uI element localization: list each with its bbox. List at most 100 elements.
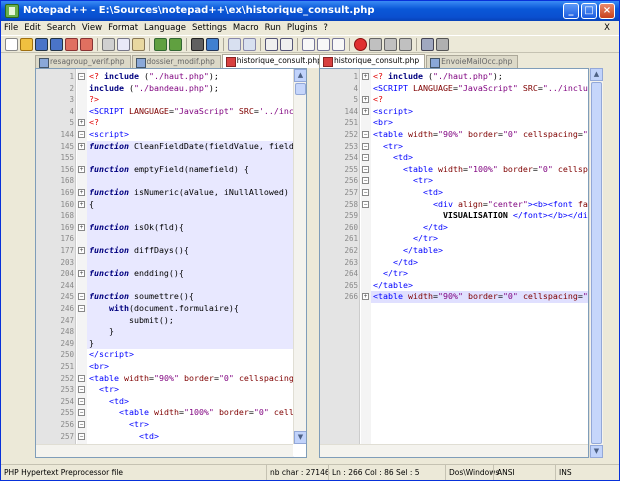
paste-icon[interactable]: [132, 37, 145, 51]
undo-icon[interactable]: [154, 37, 167, 51]
print-icon[interactable]: [436, 37, 449, 51]
fold-expand-icon[interactable]: +: [78, 119, 85, 127]
fold-collapse-icon[interactable]: −: [78, 397, 85, 405]
code-line[interactable]: 246− with(document.formulaire){: [36, 303, 294, 315]
right-scroll-thumb[interactable]: [591, 82, 602, 444]
code-line[interactable]: 168: [36, 210, 294, 222]
menu-help[interactable]: ?: [320, 21, 331, 35]
code-line[interactable]: 156 + function emptyField(namefield) {: [36, 163, 294, 176]
code-line[interactable]: 160 + {: [36, 198, 294, 211]
fold-expand-icon[interactable]: +: [78, 200, 85, 208]
zoom-in-icon[interactable]: [228, 37, 241, 51]
code-line[interactable]: 258− <div align="center"><b><font fa: [320, 199, 588, 211]
sync-scroll-v-icon[interactable]: [265, 37, 278, 51]
code-line[interactable]: 3 ?>: [36, 94, 294, 106]
fold-collapse-icon[interactable]: −: [78, 374, 85, 382]
tab-resagroup-verif[interactable]: resagroup_verif.php: [35, 55, 131, 68]
maximize-button[interactable]: □: [581, 3, 597, 19]
code-line[interactable]: 261 </tr>: [320, 233, 588, 245]
code-line[interactable]: 1− <? include ("./haut.php");: [36, 71, 294, 83]
code-line[interactable]: 2 include ("./bandeau.php");: [36, 83, 294, 95]
code-line[interactable]: 252− <table width="90%" border="0" cellsp…: [36, 373, 294, 385]
fold-collapse-icon[interactable]: −: [78, 305, 85, 312]
left-vertical-scrollbar[interactable]: ▲ ▼: [293, 69, 306, 444]
new-file-icon[interactable]: [5, 37, 18, 51]
save-macro-icon[interactable]: [421, 37, 434, 51]
menu-settings[interactable]: Settings: [189, 21, 230, 35]
code-line[interactable]: 262 </table>: [320, 245, 588, 257]
code-line[interactable]: 255− <table width="100%" border="0" cell…: [320, 164, 588, 176]
fold-collapse-icon[interactable]: −: [362, 177, 369, 185]
scroll-up-arrow-icon[interactable]: ▲: [590, 68, 603, 81]
redo-icon[interactable]: [169, 37, 182, 51]
code-line[interactable]: 244: [36, 279, 294, 292]
code-line[interactable]: 204 + function endding(){: [36, 268, 294, 280]
code-line[interactable]: 5 + <?: [36, 117, 294, 129]
code-line[interactable]: 4 <SCRIPT LANGUAGE="JavaScript" SRC="../i…: [320, 83, 588, 95]
code-line[interactable]: 247 submit();: [36, 314, 294, 327]
run-macro-multiple-icon[interactable]: [399, 37, 412, 51]
tab-historique-consult-left[interactable]: historique_consult.php: [221, 54, 328, 68]
code-line[interactable]: 259 VISUALISATION </font></b></di: [320, 210, 588, 222]
code-line[interactable]: 4 <SCRIPT LANGUAGE="JavaScript" SRC='../i…: [36, 106, 294, 118]
close-file-icon[interactable]: [65, 37, 78, 51]
word-wrap-icon[interactable]: [302, 37, 315, 51]
save-all-icon[interactable]: [50, 37, 63, 51]
right-horizontal-scrollbar[interactable]: [320, 444, 588, 457]
code-line[interactable]: 245− function soumettre(){: [36, 291, 294, 303]
code-line[interactable]: 253− <tr>: [36, 384, 294, 396]
code-line[interactable]: 260 </td>: [320, 222, 588, 234]
code-line[interactable]: 254− <td>: [36, 396, 294, 408]
fold-collapse-icon[interactable]: −: [78, 421, 85, 428]
code-line[interactable]: 168: [36, 175, 294, 187]
code-line[interactable]: 248 }: [36, 326, 294, 338]
menu-format[interactable]: Format: [105, 21, 141, 35]
left-horizontal-scrollbar[interactable]: [36, 444, 293, 457]
tab-historique-consult-right[interactable]: historique_consult.php: [319, 54, 426, 68]
replace-icon[interactable]: [206, 37, 219, 51]
menu-macro[interactable]: Macro: [230, 21, 262, 35]
close-all-icon[interactable]: [80, 37, 93, 51]
menu-language[interactable]: Language: [141, 21, 189, 35]
code-line[interactable]: 177 + function diffDays(){: [36, 245, 294, 257]
scroll-down-arrow-icon[interactable]: ▼: [294, 431, 306, 444]
fold-expand-icon[interactable]: +: [78, 189, 85, 196]
left-editor-pane[interactable]: 1− <? include ("./haut.php"); 2 include (".…: [35, 68, 307, 458]
scroll-down-arrow-icon[interactable]: ▼: [590, 445, 603, 458]
menu-run[interactable]: Run: [262, 21, 284, 35]
code-line[interactable]: 257− <td>: [320, 187, 588, 199]
fold-expand-icon[interactable]: +: [362, 96, 369, 104]
code-line[interactable]: 250 </script>: [36, 349, 294, 361]
code-line[interactable]: 254− <td>: [320, 152, 588, 164]
scroll-up-arrow-icon[interactable]: ▲: [294, 69, 306, 82]
open-file-icon[interactable]: [20, 37, 33, 51]
fold-collapse-icon[interactable]: −: [78, 73, 85, 80]
indent-guide-icon[interactable]: [332, 37, 345, 51]
zoom-out-icon[interactable]: [243, 37, 256, 51]
code-line[interactable]: 5 + <?: [320, 94, 588, 106]
menu-view[interactable]: View: [79, 21, 105, 35]
record-macro-icon[interactable]: [354, 37, 367, 51]
close-button[interactable]: ×: [599, 3, 615, 19]
close-document-button[interactable]: X: [601, 21, 613, 35]
copy-icon[interactable]: [117, 37, 130, 51]
code-line[interactable]: 263 </td>: [320, 257, 588, 269]
fold-collapse-icon[interactable]: −: [362, 142, 369, 150]
code-line[interactable]: 155: [36, 152, 294, 164]
code-line[interactable]: 249}: [36, 337, 294, 350]
sync-scroll-h-icon[interactable]: [280, 37, 293, 51]
code-line[interactable]: 256− <tr>: [36, 419, 294, 431]
fold-expand-icon[interactable]: +: [362, 107, 369, 115]
menu-file[interactable]: File: [1, 21, 21, 35]
code-line[interactable]: 266 + <table width="90%" border="0" cellsp…: [320, 291, 588, 303]
code-line[interactable]: 169 + function isOk(fld){: [36, 221, 294, 234]
code-line[interactable]: 144− <script>: [36, 129, 294, 141]
fold-collapse-icon[interactable]: −: [362, 189, 369, 196]
code-line[interactable]: 1 + <? include ("./haut.php");: [320, 71, 588, 83]
find-icon[interactable]: [191, 37, 204, 51]
right-vertical-scrollbar[interactable]: ▲ ▼: [589, 68, 603, 458]
code-line[interactable]: 253− <tr>: [320, 141, 588, 153]
fold-expand-icon[interactable]: +: [362, 293, 369, 301]
menu-search[interactable]: Search: [44, 21, 79, 35]
fold-expand-icon[interactable]: +: [78, 142, 85, 150]
